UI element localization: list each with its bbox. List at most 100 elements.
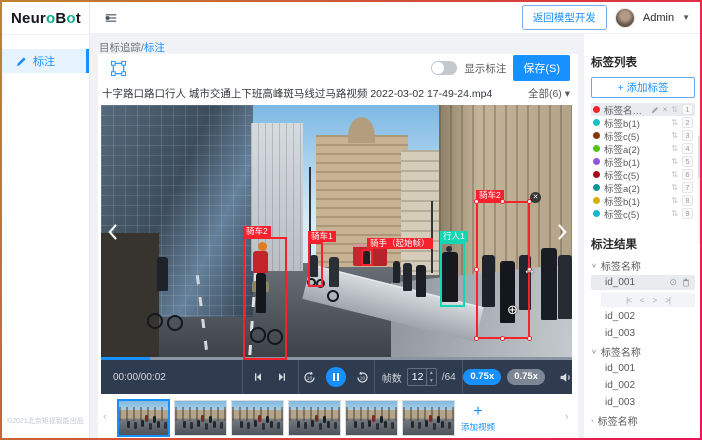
tag-color-dot [593,197,600,204]
add-video-button[interactable]: + 添加视频 [459,400,497,438]
bbox-label: 行人1 [440,231,468,242]
result-item-selected[interactable]: id_001 ⊙ [591,275,695,290]
video-thumbnail[interactable] [174,400,227,436]
frame-number-section: 帧数 12 ▲▼ /64 [374,360,462,394]
video-thumbnail[interactable] [345,400,398,436]
bbox-cyclist-1[interactable]: 骑车1 [308,242,323,287]
back-to-model-dev-button[interactable]: 返回模型开发 [522,5,607,30]
next-frame-icon[interactable] [276,371,288,383]
collapse-menu-icon[interactable] [104,11,118,25]
video-thumbnail[interactable] [402,400,455,436]
sort-tag-icon[interactable]: ⇅ [671,197,678,205]
add-tag-button[interactable]: + 添加标签 [591,77,695,98]
sort-tag-icon[interactable]: ⇅ [671,184,678,192]
resize-handle[interactable] [500,336,505,341]
sort-tag-icon[interactable]: ⇅ [671,171,678,179]
progress-bar[interactable] [101,357,572,360]
tag-order-badge: 8 [682,195,693,206]
pager-last-icon[interactable]: >| [665,296,670,305]
tag-list-scrollbar[interactable] [698,126,700,244]
username[interactable]: Admin [643,12,674,24]
video-thumbnail[interactable] [288,400,341,436]
sort-tag-icon[interactable]: ⇅ [671,119,678,127]
rewind-10-icon[interactable]: 10 [302,370,317,385]
rect-select-tool-icon[interactable] [110,60,127,77]
sort-tag-icon[interactable]: ⇅ [671,210,678,218]
save-button[interactable]: 保存(S) [513,55,570,81]
result-item[interactable]: id_002 [591,309,695,324]
next-video-arrow[interactable] [557,223,568,246]
result-item[interactable]: id_002 [591,378,695,393]
tag-list-item[interactable]: 标签a(2)⇅7 [591,181,695,194]
pause-button[interactable] [326,367,346,387]
user-menu-caret-icon[interactable]: ▼ [682,13,690,22]
video-thumbnail[interactable] [231,400,284,436]
tag-list-item[interactable]: 标签c(5)⇅3 [591,129,695,142]
pager-prev-icon[interactable]: < [640,296,644,305]
result-item[interactable]: id_001 [591,361,695,376]
speed-pill-inactive[interactable]: 0.75x [507,369,545,385]
tag-list-item[interactable]: 标签名字最长数... × ⇅ 1 [591,103,695,116]
visibility-icon[interactable]: ⊙ [669,278,677,287]
pager-next-icon[interactable]: > [653,296,657,305]
result-item[interactable]: id_003 [591,326,695,341]
tag-list-item[interactable]: 标签b(1)⇅5 [591,155,695,168]
resize-handle[interactable] [474,199,479,204]
prev-video-arrow[interactable] [107,223,118,246]
app-window: NeuroBot 标注 ©2021北京矩视智能出品 返回模型开发 Admin ▼… [2,2,700,438]
resize-handle[interactable] [527,336,532,341]
pager-first-icon[interactable]: |< [626,296,631,305]
tag-list-item[interactable]: 标签c(5)⇅6 [591,168,695,181]
delete-tag-icon[interactable]: × [663,106,668,114]
frame-number-value[interactable]: 12 [408,369,426,385]
show-annotation-toggle[interactable] [431,61,457,75]
video-player[interactable]: 骑车2 骑车1 骑手（起始帧） 行人1 骑车2 ✕ ↔ ⊕ [101,105,572,360]
bbox-cyclist-2[interactable]: 骑车2 [243,237,287,360]
result-group-header[interactable]: ∨标签名称 [591,344,695,359]
bbox-pedestrian-1[interactable]: 行人1 [440,242,465,307]
scene-cyclist [157,257,168,291]
sort-tag-icon[interactable]: ⇅ [671,158,678,166]
bbox-cyclist-2-selected[interactable]: 骑车2 ✕ ↔ ⊕ [476,201,530,339]
speed-pill-active[interactable]: 0.75x [463,369,501,385]
resize-handle[interactable] [500,199,505,204]
prev-frame-icon[interactable] [252,371,264,383]
result-item[interactable]: id_003 [591,395,695,410]
step-up-icon[interactable]: ▲ [427,369,436,377]
delete-bbox-icon[interactable]: ✕ [530,192,541,203]
show-annotation-label: 显示标注 [464,61,506,76]
scene-pedestrian [541,248,557,320]
bbox-rider-start-frame[interactable]: 骑手（起始帧） [361,249,373,266]
resize-handle[interactable] [474,336,479,341]
forward-10-icon[interactable]: 10 [355,370,370,385]
tag-list-item[interactable]: 标签b(1)⇅2 [591,116,695,129]
sidebar-item-annotate[interactable]: 标注 [2,49,89,73]
tag-list-item[interactable]: 标签a(2)⇅4 [591,142,695,155]
filmstrip-prev-icon[interactable]: ‹ [103,411,107,423]
result-group-header[interactable]: ›标签名称 [591,413,695,428]
edit-tag-icon[interactable] [651,106,659,114]
volume-icon[interactable] [559,371,572,384]
result-group-header[interactable]: ∨标签名称 [591,258,695,273]
chevron-right-icon: › [591,417,594,424]
scene-red-bus [372,246,387,266]
user-avatar[interactable] [615,8,635,28]
video-thumbnail-selected[interactable] [117,399,170,437]
tag-list-item[interactable]: 标签b(1)⇅8 [591,194,695,207]
sort-tag-icon[interactable]: ⇅ [671,145,678,153]
trash-icon[interactable] [682,278,690,287]
tag-color-dot [593,119,600,126]
tag-order-badge: 6 [682,169,693,180]
step-down-icon[interactable]: ▼ [427,377,436,385]
breadcrumb-parent[interactable]: 目标追踪 [99,42,141,54]
tag-list-item[interactable]: 标签c(5)⇅9 [591,207,695,220]
filmstrip-next-icon[interactable]: › [565,411,569,423]
sort-tag-icon[interactable]: ⇅ [671,106,678,114]
resize-handle[interactable] [474,267,479,272]
sort-tag-icon[interactable]: ⇅ [671,132,678,140]
filter-dropdown[interactable]: 全部(6) ▾ [528,86,570,101]
annotation-toolbar: 显示标注 保存(S) [98,54,578,82]
frame-number-input[interactable]: 12 ▲▼ [407,368,437,386]
tag-order-badge: 9 [682,208,693,219]
right-panel: 标签列表 + 添加标签 标签名字最长数... × ⇅ 1 标签b(1)⇅2 标签… [584,34,700,438]
